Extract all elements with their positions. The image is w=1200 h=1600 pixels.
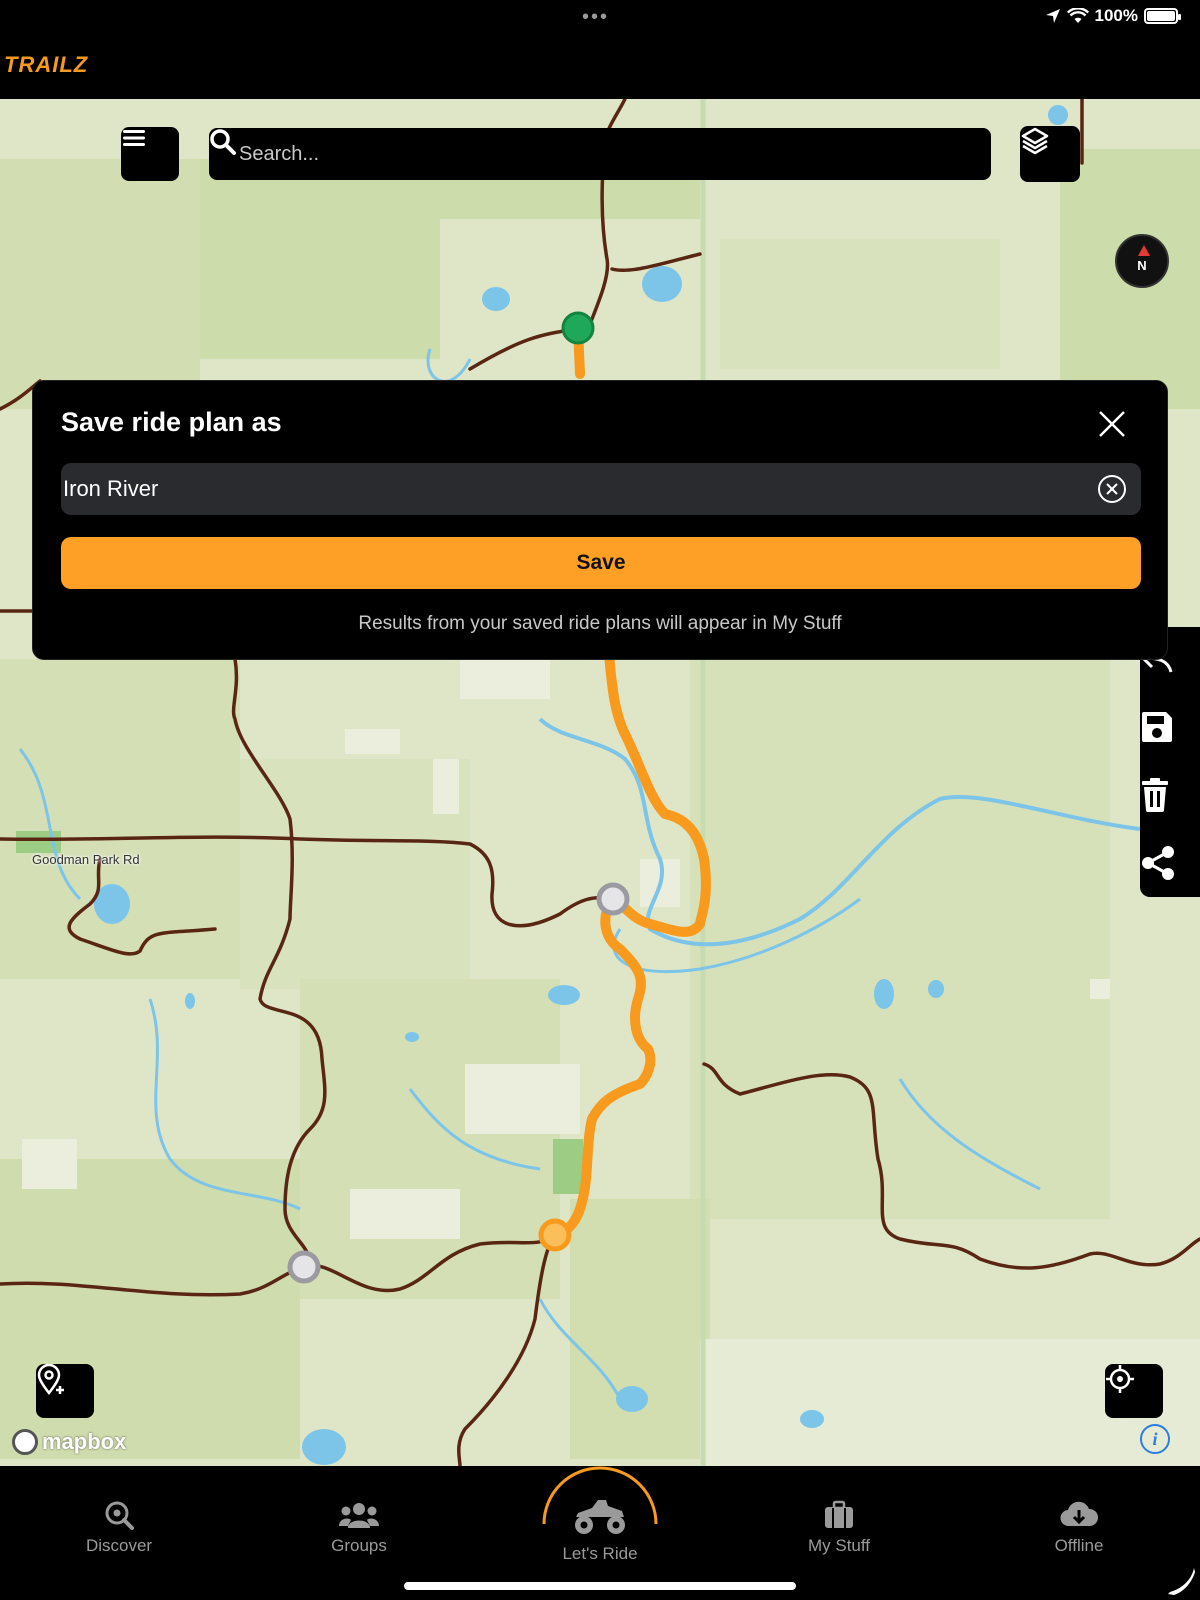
map-view[interactable]: Goodman Park Rd N mapbox	[0, 99, 1200, 1466]
mapbox-attribution[interactable]: mapbox	[12, 1429, 126, 1455]
waypoint-marker[interactable]	[596, 882, 630, 916]
search-input[interactable]	[239, 142, 991, 166]
trash-icon	[1142, 778, 1168, 812]
share-plan-button[interactable]	[1140, 845, 1200, 895]
plan-name-input[interactable]	[61, 476, 1097, 502]
battery-percent: 100%	[1094, 6, 1138, 25]
save-ride-plan-dialog: Save ride plan as Save Results from your…	[32, 380, 1168, 660]
layers-icon	[1021, 127, 1049, 155]
layers-button[interactable]	[1020, 126, 1080, 182]
dialog-hint: Results from your saved ride plans will …	[358, 613, 842, 634]
status-right: 100%	[1045, 6, 1181, 26]
close-button[interactable]	[1097, 409, 1127, 439]
tab-discover[interactable]: Discover	[49, 1500, 189, 1556]
tab-offline[interactable]: Offline	[1009, 1500, 1149, 1556]
mapbox-label: mapbox	[42, 1429, 127, 1454]
clear-circle-x-icon	[1098, 475, 1126, 503]
tab-my-stuff[interactable]: My Stuff	[769, 1500, 909, 1556]
phone-icon[interactable]	[1166, 1566, 1196, 1596]
plan-name-field[interactable]	[61, 463, 1141, 515]
add-pin-button[interactable]	[36, 1364, 94, 1418]
bottom-tab-bar: Discover Groups Let's Ride My Stuff Offl…	[0, 1466, 1200, 1600]
tab-lets-ride[interactable]: Let's Ride	[532, 1466, 668, 1563]
compass-label: N	[1137, 258, 1147, 273]
tab-label: Discover	[85, 1536, 153, 1555]
wifi-icon	[1066, 8, 1089, 23]
tab-label: My Stuff	[807, 1536, 871, 1555]
compass-needle-icon	[1138, 245, 1150, 256]
home-indicator[interactable]	[404, 1582, 796, 1590]
land-patches	[0, 129, 1200, 1466]
groups-icon	[339, 1503, 379, 1528]
app-logo: TRAILZ	[4, 52, 89, 77]
battery-icon	[1144, 8, 1181, 24]
tab-groups[interactable]: Groups	[289, 1500, 429, 1556]
road-label: Goodman Park Rd	[32, 852, 140, 867]
route-toolbar	[1140, 627, 1200, 897]
end-marker[interactable]	[538, 1218, 572, 1252]
start-marker[interactable]	[561, 311, 595, 345]
share-icon	[1142, 846, 1174, 880]
delete-plan-button[interactable]	[1140, 778, 1200, 828]
location-arrow-icon	[1045, 9, 1060, 23]
floppy-disk-icon	[1142, 712, 1172, 742]
info-icon[interactable]: i	[1140, 1424, 1170, 1454]
map-canvas	[0, 99, 1200, 1466]
add-location-pin-icon	[37, 1364, 64, 1396]
search-bar[interactable]	[209, 128, 991, 180]
clear-text-button[interactable]	[1097, 474, 1127, 504]
multitask-dots[interactable]: •••	[582, 7, 609, 27]
compass-button[interactable]: N	[1115, 234, 1169, 288]
close-icon	[1099, 411, 1125, 437]
crosshair-locate-icon	[1106, 1365, 1134, 1393]
locate-me-button[interactable]	[1105, 1364, 1163, 1418]
tab-label: Groups	[331, 1536, 387, 1555]
search-icon	[210, 129, 236, 155]
discover-search-icon	[105, 1501, 134, 1530]
save-plan-button[interactable]	[1140, 710, 1200, 760]
cloud-download-icon	[1060, 1501, 1099, 1527]
save-button[interactable]: Save	[61, 537, 1141, 589]
menu-button[interactable]	[121, 127, 179, 181]
tab-label: Offline	[1054, 1536, 1104, 1555]
atv-icon	[575, 1500, 625, 1534]
hamburger-menu-icon	[123, 130, 145, 146]
status-bar: ••• 100%	[0, 0, 1200, 34]
app-header: TRAILZ	[0, 34, 1200, 99]
briefcase-icon	[825, 1500, 853, 1528]
tab-label: Let's Ride	[562, 1544, 638, 1563]
mapbox-logo-icon	[12, 1429, 38, 1455]
waypoint-marker[interactable]	[287, 1250, 321, 1284]
dialog-title: Save ride plan as	[61, 407, 282, 437]
